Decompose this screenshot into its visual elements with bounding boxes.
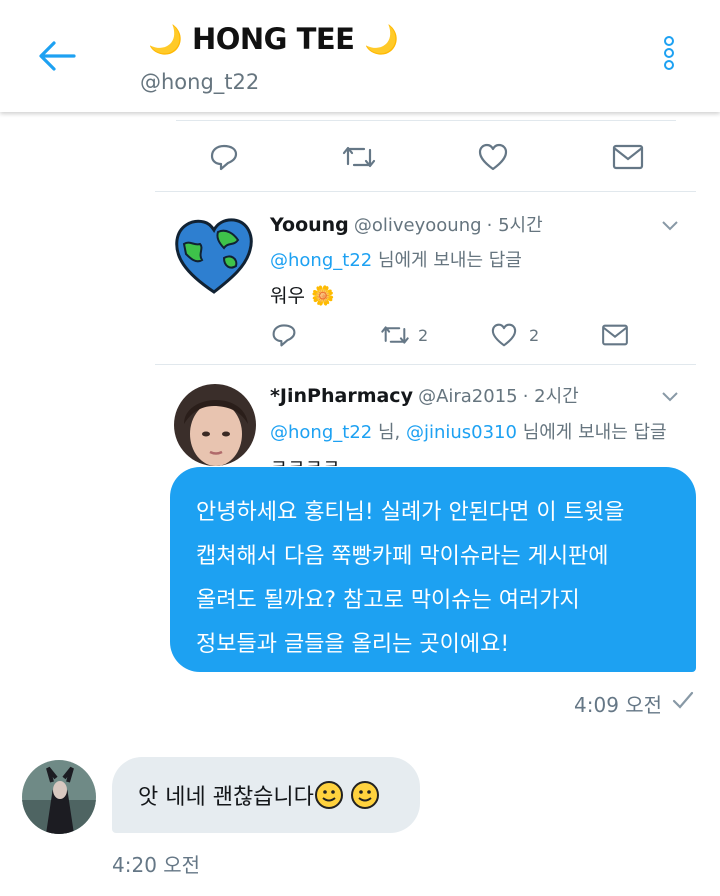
earth-heart-avatar (175, 218, 253, 294)
message-line: 캡쳐해서 다음 쭉빵카페 막이슈라는 게시판에 (196, 544, 609, 569)
author-name[interactable]: *JinPharmacy (270, 385, 413, 407)
back-arrow-icon[interactable] (34, 38, 78, 74)
moon-icon: 🌙 (148, 23, 183, 56)
smiley-icon (350, 781, 379, 809)
mention-link[interactable]: @jinius0310 (406, 422, 517, 443)
tweet-text: 워우 🌼 (270, 281, 335, 308)
message-line: 올려도 될까요? 참고로 막이슈는 여러가지 (196, 588, 580, 613)
retweet-icon[interactable] (380, 324, 410, 346)
divider (155, 191, 696, 192)
mention-link[interactable]: @hong_t22 (270, 422, 372, 443)
message-icon[interactable] (601, 324, 629, 346)
chevron-down-icon[interactable] (662, 392, 678, 402)
like-count: 2 (529, 326, 540, 345)
reply-icon[interactable] (271, 322, 297, 348)
message-icon[interactable] (612, 144, 644, 170)
retweet-icon[interactable] (342, 144, 376, 170)
conversation-header: 🌙 HONG TEE 🌙 @hong_t22 (0, 0, 720, 112)
avatar[interactable] (172, 214, 256, 298)
reply-context-label: 님, (372, 422, 406, 443)
divider (176, 120, 676, 121)
profile-photo (174, 384, 256, 466)
smiley-icon (314, 781, 343, 809)
avatar[interactable] (174, 384, 256, 466)
display-name: HONG TEE (191, 22, 355, 56)
divider (155, 364, 696, 365)
reply-context: @hong_t22 님, @jinius0310 님에게 보내는 답글 (270, 418, 667, 444)
tweet-body: 워우 (270, 285, 305, 307)
like-icon[interactable] (491, 323, 517, 347)
reply-context-label: 님에게 보내는 답글 (372, 250, 522, 271)
chevron-down-icon[interactable] (662, 221, 678, 231)
tweet-time: · 5시간 (486, 215, 543, 236)
daisy-emoji: 🌼 (311, 285, 335, 307)
profile-photo (22, 760, 96, 834)
mention-link[interactable]: @hong_t22 (270, 250, 372, 271)
moon-icon: 🌙 (364, 23, 399, 56)
message-line: 안녕하세요 홍티님! 실례가 안된다면 이 트윗을 (196, 500, 625, 525)
retweet-count: 2 (418, 326, 429, 345)
tweet-text: ㅋㅋㅋㅋ (270, 452, 340, 466)
check-icon (672, 691, 694, 709)
author-handle[interactable]: @Aira2015 (418, 386, 518, 407)
reply-icon[interactable] (209, 142, 239, 172)
tweet-time: · 2시간 (522, 386, 579, 407)
conversation-title[interactable]: 🌙 HONG TEE 🌙 (148, 22, 399, 56)
reply-context-label: 님에게 보내는 답글 (516, 422, 667, 443)
message-timestamp: 4:09 오전 (574, 693, 663, 717)
like-icon[interactable] (478, 143, 508, 171)
sender-avatar[interactable] (22, 760, 96, 834)
user-handle: @hong_t22 (140, 70, 260, 94)
author-name[interactable]: Yooung (270, 214, 349, 236)
outgoing-message-bubble[interactable]: 안녕하세요 홍티님! 실례가 안된다면 이 트윗을 캡쳐해서 다음 쭉빵카페 막… (170, 467, 696, 672)
author-handle[interactable]: @oliveyooung (354, 215, 482, 236)
reply-context: @hong_t22 님에게 보내는 답글 (270, 246, 522, 272)
message-timestamp: 4:20 오전 (112, 853, 201, 877)
message-text: 앗 네네 괜찮습니다 (138, 785, 314, 810)
incoming-message-bubble[interactable]: 앗 네네 괜찮습니다 (112, 757, 420, 833)
more-options-icon[interactable] (662, 36, 682, 80)
message-line: 정보들과 글들을 올리는 곳이에요! (196, 632, 510, 657)
